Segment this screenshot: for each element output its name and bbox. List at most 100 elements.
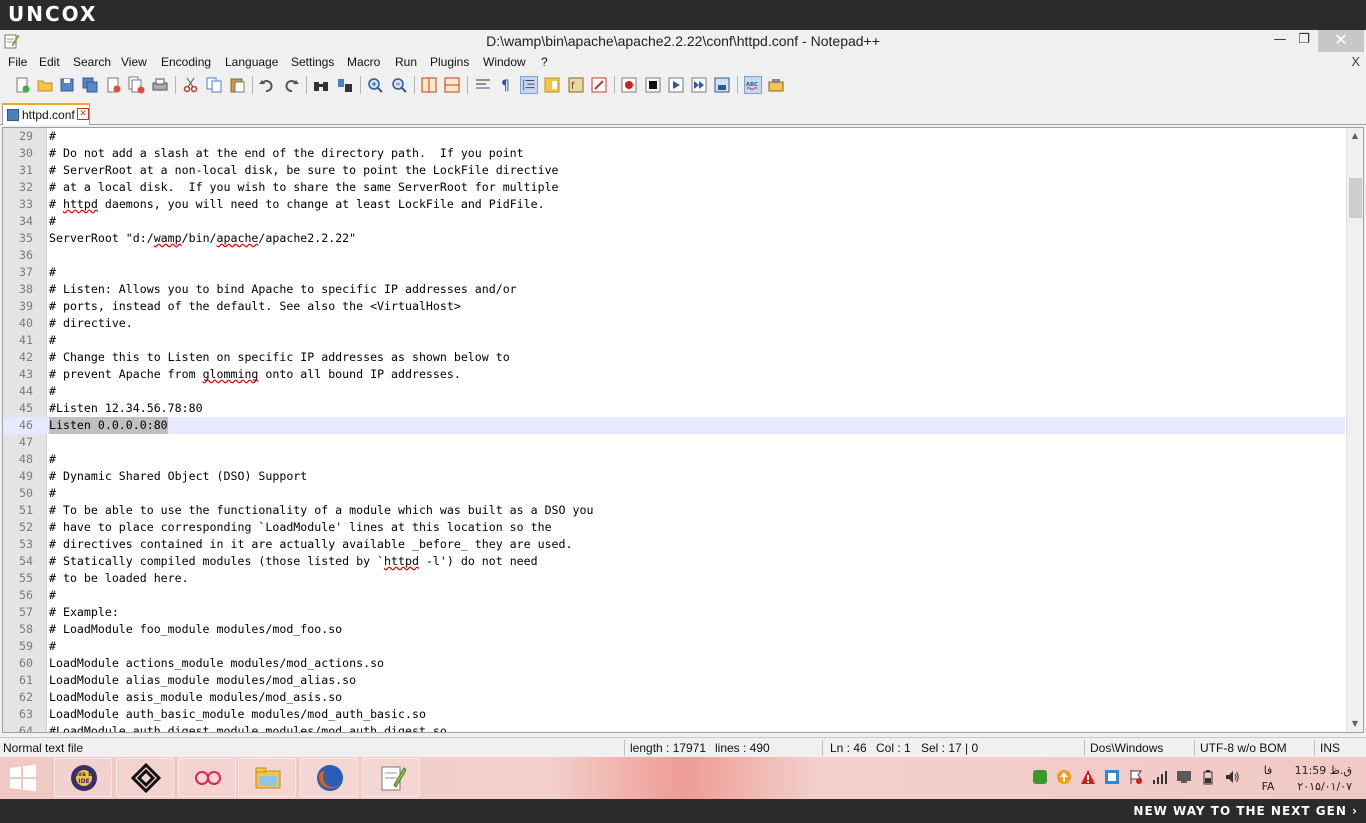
code-line[interactable]: 61 LoadModule alias_module modules/mod_al… — [3, 672, 1345, 689]
line-text[interactable]: # prevent Apache from glomming onto all … — [49, 366, 461, 383]
code-line[interactable]: 59 # — [3, 638, 1345, 655]
status-encoding[interactable]: UTF-8 w/o BOM — [1200, 741, 1287, 755]
find-icon[interactable] — [312, 76, 330, 94]
tray-volume-icon[interactable] — [1224, 769, 1240, 785]
sync-horizontal-icon[interactable] — [443, 76, 461, 94]
zoom-out-icon[interactable] — [390, 76, 408, 94]
menu-view[interactable]: View — [121, 55, 147, 69]
code-line[interactable]: 37 # — [3, 264, 1345, 281]
doc-map-icon[interactable] — [543, 76, 561, 94]
code-line[interactable]: 30 # Do not add a slash at the end of the… — [3, 145, 1345, 162]
line-text[interactable]: LoadModule alias_module modules/mod_alia… — [49, 672, 356, 689]
play-macro-icon[interactable] — [667, 76, 685, 94]
tray-network-app-icon[interactable] — [1104, 769, 1120, 785]
system-clock[interactable]: 11:59 ق.ظ ۲۰۱۵/۰۱/۰۷ — [1292, 763, 1352, 795]
line-text[interactable]: # at a local disk. If you wish to share … — [49, 179, 559, 196]
tray-update-icon[interactable] — [1056, 769, 1072, 785]
replace-icon[interactable] — [336, 76, 354, 94]
line-text[interactable]: # httpd daemons, you will need to change… — [49, 196, 545, 213]
line-text[interactable]: #LoadModule auth_digest_module modules/m… — [49, 723, 447, 732]
line-text[interactable]: # have to place corresponding `LoadModul… — [49, 519, 552, 536]
word-wrap-icon[interactable] — [474, 76, 492, 94]
print-icon[interactable] — [151, 76, 169, 94]
line-text[interactable]: LoadModule asis_module modules/mod_asis.… — [49, 689, 342, 706]
menu-edit[interactable]: Edit — [39, 55, 60, 69]
code-line[interactable]: 48 # — [3, 451, 1345, 468]
line-text[interactable]: # Dynamic Shared Object (DSO) Support — [49, 468, 307, 485]
zoom-in-icon[interactable] — [366, 76, 384, 94]
code-line[interactable]: 63 LoadModule auth_basic_module modules/m… — [3, 706, 1345, 723]
menu-macro[interactable]: Macro — [347, 55, 380, 69]
code-line[interactable]: 38 # Listen: Allows you to bind Apache to… — [3, 281, 1345, 298]
code-line[interactable]: 47 — [3, 434, 1345, 451]
sync-vertical-icon[interactable] — [420, 76, 438, 94]
taskbar-flickr[interactable] — [178, 758, 236, 797]
run-macro-multiple-icon[interactable] — [690, 76, 708, 94]
code-line[interactable]: 56 # — [3, 587, 1345, 604]
paste-icon[interactable] — [228, 76, 246, 94]
scrollbar-thumb[interactable] — [1349, 178, 1362, 218]
save-macro-icon[interactable] — [713, 76, 731, 94]
close-window-button[interactable]: ✕ — [1318, 30, 1364, 52]
editor-area[interactable]: 29 #30 # Do not add a slash at the end of … — [2, 127, 1364, 733]
line-text[interactable]: # ServerRoot at a non-local disk, be sur… — [49, 162, 559, 179]
code-line[interactable]: 35 ServerRoot "d:/wamp/bin/apache/apache2… — [3, 230, 1345, 247]
line-text[interactable]: # To be able to use the functionality of… — [49, 502, 593, 519]
line-text[interactable]: LoadModule auth_basic_module modules/mod… — [49, 706, 426, 723]
record-macro-icon[interactable] — [620, 76, 638, 94]
code-line[interactable]: 54 # Statically compiled modules (those l… — [3, 553, 1345, 570]
line-text[interactable]: # directive. — [49, 315, 133, 332]
code-line[interactable]: 41 # — [3, 332, 1345, 349]
line-text[interactable]: # — [49, 485, 56, 502]
code-line[interactable]: 58 # LoadModule foo_module modules/mod_fo… — [3, 621, 1345, 638]
open-file-icon[interactable] — [36, 76, 54, 94]
tray-warning-icon[interactable] — [1080, 769, 1096, 785]
tab-close-icon[interactable]: ✕ — [77, 108, 89, 120]
code-line[interactable]: 40 # directive. — [3, 315, 1345, 332]
save-icon[interactable] — [58, 76, 76, 94]
code-line[interactable]: 34 # — [3, 213, 1345, 230]
tray-action-center-icon[interactable] — [1128, 769, 1144, 785]
vertical-scrollbar[interactable]: ▲ ▼ — [1346, 128, 1363, 732]
code-line[interactable]: 29 # — [3, 128, 1345, 145]
folder-workspace-icon[interactable] — [590, 76, 608, 94]
line-text[interactable]: # — [49, 638, 56, 655]
line-text[interactable]: # — [49, 451, 56, 468]
menu-encoding[interactable]: Encoding — [161, 55, 211, 69]
code-line[interactable]: 39 # ports, instead of the default. See a… — [3, 298, 1345, 315]
line-text[interactable]: # Statically compiled modules (those lis… — [49, 553, 538, 570]
tray-signal-icon[interactable] — [1152, 769, 1168, 785]
menu-settings[interactable]: Settings — [291, 55, 334, 69]
line-text[interactable]: # to be loaded here. — [49, 570, 189, 587]
code-line[interactable]: 52 # have to place corresponding `LoadMod… — [3, 519, 1345, 536]
menu-file[interactable]: File — [8, 55, 27, 69]
taskbar-java-ee-ide[interactable]: Java EE IDE — [54, 758, 112, 797]
menu-help[interactable]: ? — [541, 55, 548, 69]
code-line[interactable]: 45 #Listen 12.34.56.78:80 — [3, 400, 1345, 417]
line-text[interactable]: ServerRoot "d:/wamp/bin/apache/apache2.2… — [49, 230, 356, 247]
line-text[interactable]: LoadModule actions_module modules/mod_ac… — [49, 655, 384, 672]
code-line[interactable]: 43 # prevent Apache from glomming onto al… — [3, 366, 1345, 383]
line-text[interactable]: # Change this to Listen on specific IP a… — [49, 349, 510, 366]
language-indicator[interactable]: فا FA — [1258, 763, 1278, 795]
menu-search[interactable]: Search — [73, 55, 111, 69]
line-text[interactable]: # directives contained in it are actuall… — [49, 536, 573, 553]
code-line[interactable]: 62 LoadModule asis_module modules/mod_asi… — [3, 689, 1345, 706]
taskbar-notepadpp[interactable] — [362, 758, 420, 797]
code-lines[interactable]: 29 #30 # Do not add a slash at the end of … — [3, 128, 1345, 732]
line-text[interactable]: # — [49, 128, 56, 145]
line-text[interactable]: Listen 0.0.0.0:80 — [49, 417, 168, 434]
menu-language[interactable]: Language — [225, 55, 278, 69]
spell-check-icon[interactable]: ABC — [744, 76, 762, 94]
menu-window[interactable]: Window — [483, 55, 526, 69]
line-text[interactable]: # Listen: Allows you to bind Apache to s… — [49, 281, 517, 298]
taskbar-file-explorer[interactable] — [238, 758, 296, 797]
code-line[interactable]: 44 # — [3, 383, 1345, 400]
save-all-icon[interactable] — [81, 76, 99, 94]
windows-start-icon[interactable] — [8, 763, 38, 793]
line-text[interactable]: # — [49, 332, 56, 349]
code-line[interactable]: 60 LoadModule actions_module modules/mod_… — [3, 655, 1345, 672]
copy-icon[interactable] — [205, 76, 223, 94]
code-line[interactable]: 36 — [3, 247, 1345, 264]
menu-plugins[interactable]: Plugins — [430, 55, 469, 69]
